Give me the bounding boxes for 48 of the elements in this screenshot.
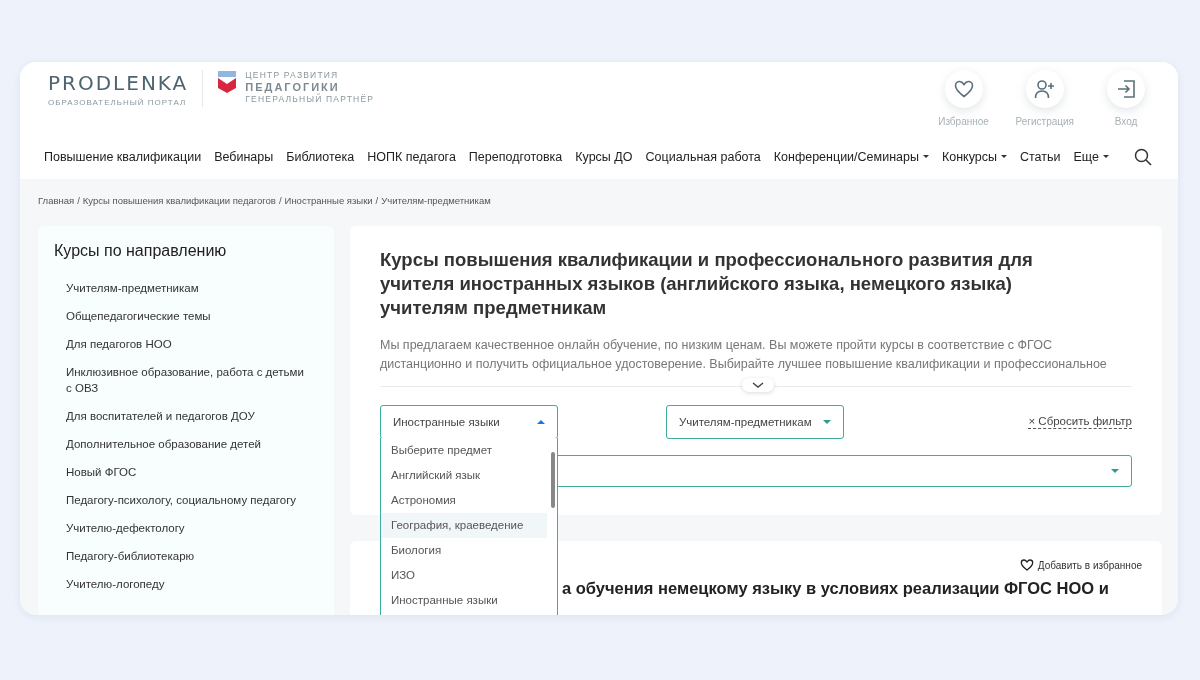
breadcrumb-separator: / [77,195,80,206]
dropdown-option[interactable]: ИЗО [381,563,547,588]
logo-wordmark[interactable]: PRODLENKA [48,70,189,96]
sidebar-link[interactable]: Учителям-предметникам [54,280,318,296]
nav-link[interactable]: Еще [1073,149,1109,164]
add-to-favorites-link[interactable]: Добавить в избранное [1019,559,1142,571]
breadcrumb-separator: / [278,195,282,206]
reset-filter-link[interactable]: × Сбросить фильтр [1028,415,1132,429]
dropdown-option[interactable]: Английский язык [381,463,547,488]
sidebar-link[interactable]: Новый ФГОС [54,464,318,480]
nav-link[interactable]: Библиотека [286,149,355,164]
sidebar-link[interactable]: Дополнительное образование детей [54,436,318,452]
nav-link[interactable]: Социальная работа [645,149,761,164]
sidebar-link[interactable]: Учителю-логопеду [54,576,318,592]
sidebar-title: Курсы по направлению [54,242,228,260]
partner-caption: ГЕНЕРАЛЬНЫЙ ПАРТНЁР [245,94,375,105]
nav-link[interactable]: Повышение квалификации [44,149,202,164]
breadcrumb-link[interactable]: Иностранные языки [284,195,373,206]
subject-select[interactable]: Иностранные языки [380,405,558,439]
description-text: Мы предлагаем качественное онлайн обучение, по низким ценам. Вы можете пройти курсы в соответствие с ФГОС дистанционно и получить официальное удостоверение. Выбирайте лучшее повышение квалификации и профессиональное [380,337,1108,373]
nav-link[interactable]: Конкурсы [941,149,1007,164]
nav-link[interactable]: Вебинары [214,149,274,164]
logo-tagline: ОБРАЗОВАТЕЛЬНЫЙ ПОРТАЛ [48,98,188,107]
dropdown-option[interactable]: Биология [381,538,547,563]
nav-link[interactable]: Курсы ДО [575,149,633,164]
sidebar-link[interactable]: Педагогу-библиотекарю [54,548,318,564]
dropdown-option[interactable]: Иностранные языки [381,588,547,613]
dropdown-option[interactable]: Выберите предмет [381,438,547,463]
sidebar-link[interactable]: Учителю-дефектологу [54,520,318,536]
dropdown-option[interactable]: Астрономия [381,488,547,513]
page-title: Курсы повышения квалификации и профессионального развития для учителя иностранных языков (английского языка, немецкого языка) учителям предметникам [380,248,1034,320]
breadcrumb-link[interactable]: Главная [38,195,75,206]
partner-name: ЦЕНТР РАЗВИТИЯ [245,70,340,81]
nav-link[interactable]: НОПК педагога [367,149,456,164]
sidebar-link[interactable]: Педагогу-психологу, социальному педагогу [54,492,318,508]
breadcrumb-link[interactable]: Курсы повышения квалификации педагогов [82,195,276,206]
sidebar-link[interactable]: Для воспитателей и педагогов ДОУ [54,408,318,424]
sidebar-link[interactable]: Для педагогов НОО [54,336,318,352]
partner-name: ПЕДАГОГИКИ [245,81,340,94]
nav-link[interactable]: Переподготовка [468,149,563,164]
nav-link[interactable]: Конференции/Семинары [773,149,929,164]
audience-select[interactable]: Учителям-предметникам [666,405,844,439]
breadcrumb-link[interactable]: Учителям-предметникам [381,195,491,206]
sidebar-link[interactable]: Инклюзивное образование, работа с детьми с ОВЗ [54,364,318,396]
sidebar-link[interactable]: Общепедагогические темы [54,308,318,324]
nav-link[interactable]: Статьи [1019,149,1061,164]
breadcrumb-separator: / [375,195,379,206]
dropdown-option[interactable]: География, краеведение [381,513,547,538]
